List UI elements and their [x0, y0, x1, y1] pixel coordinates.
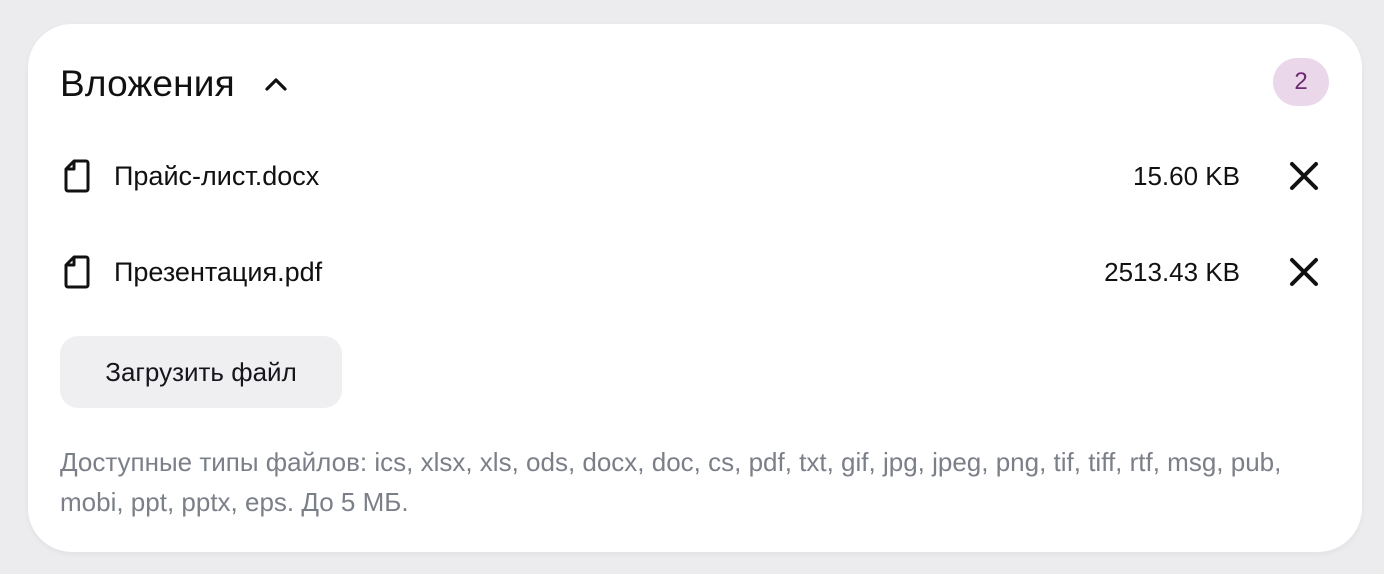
- attachments-header: Вложения: [60, 60, 291, 108]
- file-size: 2513.43 KB: [1104, 256, 1240, 287]
- file-row: Прайс-лист.docx 15.60 KB: [62, 152, 1324, 200]
- close-icon[interactable]: [1284, 156, 1324, 196]
- attachments-card: Вложения 2 Прайс-лист.docx 15.60 KB През…: [28, 24, 1362, 552]
- close-icon[interactable]: [1284, 252, 1324, 292]
- attachments-count-badge: 2: [1273, 58, 1329, 106]
- file-row: Презентация.pdf 2513.43 KB: [62, 248, 1324, 296]
- file-name[interactable]: Презентация.pdf: [114, 257, 1104, 288]
- chevron-up-icon[interactable]: [261, 69, 291, 99]
- upload-file-button[interactable]: Загрузить файл: [60, 336, 342, 408]
- allowed-file-types-hint: Доступные типы файлов: ics, xlsx, xls, o…: [60, 447, 1282, 517]
- file-size: 15.60 KB: [1133, 160, 1240, 191]
- file-icon: [62, 158, 92, 194]
- attachments-title: Вложения: [60, 63, 235, 104]
- file-icon: [62, 254, 92, 290]
- file-name[interactable]: Прайс-лист.docx: [114, 161, 1133, 192]
